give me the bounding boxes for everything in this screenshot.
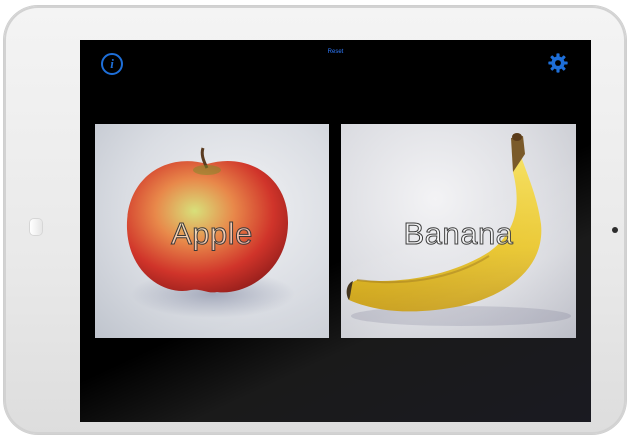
info-button[interactable]: i (101, 53, 123, 75)
apple-label: Apple (171, 216, 253, 252)
settings-button[interactable] (547, 52, 569, 74)
app-screen: i Reset Apple Banana (80, 40, 591, 422)
home-button (30, 219, 42, 235)
info-icon: i (110, 56, 114, 71)
ipad-frame: i Reset Apple Banana (4, 6, 626, 434)
apple-card[interactable]: Apple (95, 124, 329, 338)
reset-button[interactable]: Reset (80, 49, 591, 55)
banana-label: Banana (403, 216, 514, 252)
camera-lens (612, 227, 618, 233)
gear-icon (548, 53, 568, 73)
banana-card[interactable]: Banana (341, 124, 576, 338)
